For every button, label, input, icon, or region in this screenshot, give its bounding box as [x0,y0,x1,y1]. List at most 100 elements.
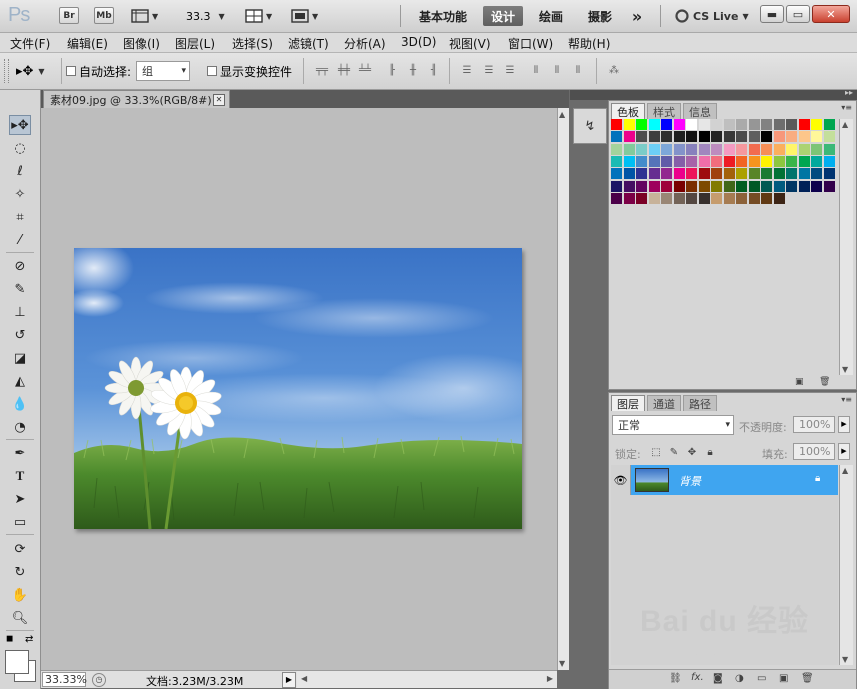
opacity-field[interactable]: 100% [793,416,835,433]
history-panel-button[interactable]: ↯ [573,108,607,144]
color-swatch[interactable] [711,143,722,155]
color-swatch[interactable] [636,131,647,143]
color-swatch[interactable] [786,155,797,167]
color-swatch[interactable] [748,119,760,130]
menu-edit[interactable]: 编辑(E) [67,35,108,52]
color-swatch[interactable] [748,143,760,155]
color-swatch[interactable] [686,155,697,167]
color-swatch[interactable] [673,119,685,130]
color-swatch[interactable] [723,168,735,180]
eraser-tool[interactable]: ◪ [9,348,31,368]
menu-3d[interactable]: 3D(D) [401,35,436,49]
color-swatch[interactable] [711,119,722,130]
crop-tool[interactable]: ⌗ [9,207,31,227]
color-swatch[interactable] [798,131,810,143]
color-swatch[interactable] [611,168,622,180]
color-swatch[interactable] [686,168,697,180]
more-workspaces-button[interactable]: » [625,6,649,26]
cs-live-button[interactable]: CS Live ▼ [675,8,753,24]
color-swatch[interactable] [686,131,697,143]
scroll-down-icon[interactable]: ▼ [842,365,848,374]
color-swatch[interactable] [711,155,722,167]
workspace-design[interactable]: 设计 [483,6,523,26]
color-swatch[interactable] [773,131,785,143]
color-swatch[interactable] [761,180,772,192]
color-swatch[interactable] [611,155,622,167]
color-swatch[interactable] [811,180,822,192]
color-swatch[interactable] [736,155,747,167]
color-swatch[interactable] [761,192,772,204]
color-swatch[interactable] [673,155,685,167]
hand-tool[interactable]: ✋ [9,585,31,605]
menu-analysis[interactable]: 分析(A) [344,35,386,52]
brush-tool[interactable]: ✎ [9,279,31,299]
show-transform-checkbox[interactable] [207,66,217,76]
scroll-down-icon[interactable]: ▼ [842,655,848,664]
zoom-tool[interactable]: 🔍︎ [9,608,31,628]
color-swatch[interactable] [636,168,647,180]
color-swatch[interactable] [823,143,835,155]
color-swatch[interactable] [648,168,660,180]
color-swatch[interactable] [636,192,647,204]
3d-orbit-tool[interactable]: ↻ [9,562,31,582]
workspace-painting[interactable]: 绘画 [535,6,567,26]
color-swatch[interactable] [748,180,760,192]
color-swatch[interactable] [773,180,785,192]
color-swatch[interactable] [773,143,785,155]
color-swatch[interactable] [736,119,747,130]
color-swatch[interactable] [623,168,635,180]
view-extras-button[interactable]: ▼ [131,8,161,24]
dodge-tool[interactable]: ◔ [9,417,31,437]
color-swatch[interactable] [623,119,635,130]
color-swatch[interactable] [748,131,760,143]
color-swatch[interactable] [686,192,697,204]
lock-transparency-icon[interactable]: ⬚ [649,445,663,459]
color-swatch[interactable] [648,192,660,204]
color-swatch[interactable] [611,192,622,204]
color-swatch[interactable] [698,192,710,204]
color-swatch[interactable] [748,168,760,180]
color-swatch[interactable] [698,119,710,130]
color-swatch[interactable] [648,131,660,143]
align-bottom-icon[interactable]: ╧╧ [358,65,372,77]
menu-select[interactable]: 选择(S) [232,35,273,52]
color-swatch[interactable] [648,143,660,155]
launch-bridge-button[interactable]: Br [59,7,79,24]
menu-image[interactable]: 图像(I) [123,35,160,52]
foreground-color-swatch[interactable] [5,650,29,674]
color-swatch[interactable] [761,168,772,180]
scroll-up-icon[interactable]: ▲ [842,466,848,475]
tab-info[interactable]: 信息 [683,103,717,119]
color-swatch[interactable] [698,155,710,167]
color-swatch[interactable] [673,180,685,192]
color-swatch[interactable] [811,143,822,155]
trash-icon[interactable]: 🗑︎ [819,377,831,387]
distribute-right-icon[interactable]: ⫴ [571,65,585,77]
healing-brush-tool[interactable]: ⊘ [9,256,31,276]
color-swatch[interactable] [611,180,622,192]
distribute-top-icon[interactable]: ☰ [460,65,474,77]
color-swatch[interactable] [661,180,672,192]
color-swatch[interactable] [686,143,697,155]
tab-paths[interactable]: 路径 [683,395,717,411]
color-swatch[interactable] [711,192,722,204]
color-swatch[interactable] [761,131,772,143]
maximize-button[interactable]: ▭ [786,5,810,23]
screen-mode-button[interactable]: ▼ [291,8,325,24]
arrange-documents-button[interactable]: ▼ [245,8,277,24]
scroll-right-icon[interactable]: ▶ [547,674,553,683]
swatches-scrollbar[interactable]: ▲ ▼ [839,119,853,375]
layers-scrollbar[interactable]: ▲ ▼ [839,465,853,665]
color-swatch[interactable] [823,180,835,192]
color-swatch[interactable] [811,155,822,167]
right-panel-header[interactable]: ▸▸ [608,88,857,100]
lock-position-icon[interactable]: ✥ [685,445,699,459]
status-menu-arrow-icon[interactable]: ▶ [282,672,296,688]
fill-field[interactable]: 100% [793,443,835,460]
lock-all-icon[interactable]: 🔒︎ [703,445,717,459]
color-swatch[interactable] [636,119,647,130]
color-swatch[interactable] [611,131,622,143]
color-swatch[interactable] [773,168,785,180]
launch-mini-bridge-button[interactable]: Mb [94,7,114,24]
color-swatch[interactable] [748,155,760,167]
